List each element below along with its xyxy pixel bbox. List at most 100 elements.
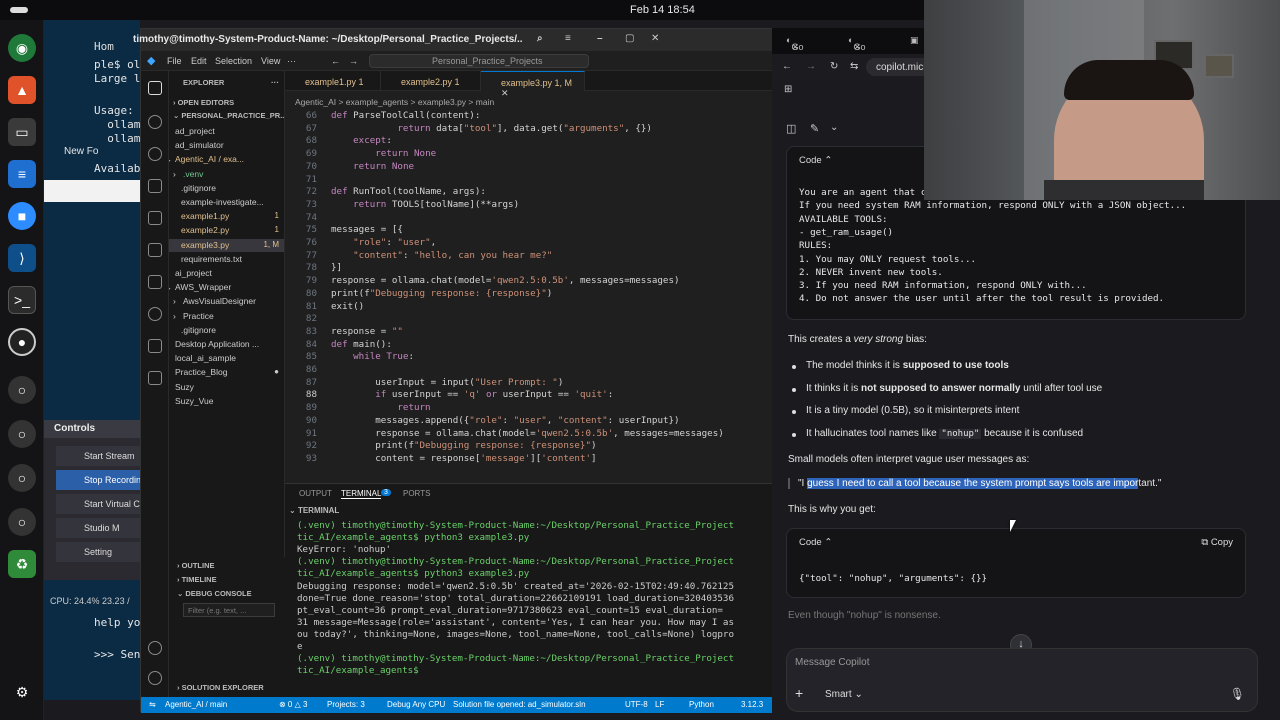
command-search-input[interactable]: Personal_Practice_Projects [369,54,589,68]
close-tab-icon[interactable]: ✕ [501,88,509,98]
disc-icon-2[interactable]: ○ [8,420,36,448]
mode-selector[interactable]: Smart ⌄ [825,689,863,700]
obs-icon[interactable]: ● [8,328,36,356]
stop-recording-button[interactable]: Stop Recordin [56,470,140,490]
chevron-down-icon[interactable]: ⌄ [830,122,838,133]
source-control-icon[interactable] [148,147,162,161]
forward-arrow-icon[interactable]: → [349,56,358,66]
menu-edit[interactable]: Edit [191,56,207,66]
settings-button[interactable]: Setting [56,542,140,562]
studio-mode-button[interactable]: Studio M [56,518,140,538]
tree-item[interactable]: Agentic_AI / exa...⌄ [169,153,284,166]
copy-button[interactable]: ⧉ Copy [1201,537,1233,548]
apps-grid-icon[interactable]: ⚙ [8,678,36,706]
tree-item[interactable]: ai_project› [169,267,284,280]
tree-item[interactable]: .venv › [169,168,284,181]
vscode-icon[interactable]: ⟩ [8,244,36,272]
tab-example2[interactable]: example2.py 1 [381,71,481,91]
back-icon[interactable]: ← [782,61,792,72]
tree-item[interactable]: Suzy› [169,381,284,394]
workspace-root[interactable]: ⌄ PERSONAL_PRACTICE_PR... [173,111,284,120]
browser-tab-1[interactable]: ◐ Go ✕ [786,35,803,52]
chevron-down-icon[interactable]: ⌄ [169,154,172,165]
menu-file[interactable]: File [167,56,182,66]
timeline-section[interactable]: › TIMELINE [177,575,217,584]
solution-status[interactable]: Solution file opened: ad_simulator.sln [453,700,586,709]
encoding-status[interactable]: UTF-8 [625,700,648,709]
tree-item[interactable]: Desktop Application ...› [169,338,284,351]
tree-item[interactable]: ad_simulator› [169,139,284,152]
zoom-icon[interactable]: ■ [8,202,36,230]
explorer-icon[interactable] [148,81,162,95]
branch-status[interactable]: Agentic_Al / main [165,700,227,709]
chevron-right-icon[interactable]: › [173,169,176,179]
code-block-header[interactable]: Code ⌃ [799,155,832,166]
terminal-icon[interactable]: >_ [8,286,36,314]
extensions-icon[interactable] [148,211,162,225]
account-icon[interactable] [148,641,162,655]
extensions-icon[interactable]: ⊞ [784,84,792,95]
site-settings-icon[interactable]: ⇆ [850,61,858,72]
tree-item[interactable]: Suzy_Vue› [169,395,284,408]
writer-icon[interactable]: ≡ [8,160,36,188]
docker-icon[interactable] [148,339,162,353]
menu-view[interactable]: View [261,56,280,66]
start-stream-button[interactable]: Start Stream [56,446,140,466]
code-editor[interactable]: 66 def ParseToolCall(content): 67 return d… [285,110,773,483]
search-icon[interactable]: ⌕ [537,33,543,44]
menu-selection[interactable]: Selection [215,56,252,66]
disc-icon[interactable]: ○ [8,376,36,404]
start-virtual-camera-button[interactable]: Start Virtual Can [56,494,140,514]
new-chat-icon[interactable]: ✎ [810,122,819,135]
debug-config-status[interactable]: Debug Any CPU [387,700,445,709]
tree-item[interactable]: example1.py 1 [169,210,284,223]
close-tab-icon[interactable]: ✕ [791,42,799,53]
brave-icon[interactable]: ▲ [8,76,36,104]
tree-item[interactable]: AwsVisualDesigner › [169,295,284,308]
remote-explorer-icon[interactable] [148,243,162,257]
message-input[interactable]: Message Copilot [795,657,869,668]
chevron-right-icon[interactable]: › [173,311,176,321]
tree-item[interactable]: .gitignore [169,182,284,195]
activities-button[interactable] [10,7,28,13]
back-arrow-icon[interactable]: ← [331,56,340,66]
terminal-header[interactable]: ⌄ TERMINAL [289,506,339,515]
microphone-icon[interactable]: 🎙 [1230,687,1245,701]
openai-icon[interactable] [148,307,162,321]
disc-icon-4[interactable]: ○ [8,508,36,536]
testing-icon[interactable] [148,275,162,289]
chrome-icon[interactable]: ◉ [8,34,36,62]
tree-item[interactable]: Practice › [169,310,284,323]
code-block-header[interactable]: Code ⌃ [799,537,832,548]
solution-explorer-section[interactable]: › SOLUTION EXPLORER [177,683,264,692]
forward-icon[interactable]: → [806,61,816,72]
disc-icon-3[interactable]: ○ [8,464,36,492]
remote-icon[interactable]: ⇋ [149,700,156,709]
chevron-down-icon[interactable]: ⌄ [169,282,172,293]
more-icon[interactable]: ··· [271,78,279,87]
tree-item[interactable]: example2.py 1 [169,224,284,237]
outline-section[interactable]: › OUTLINE [177,561,215,570]
close-icon[interactable]: ✕ [651,33,659,44]
tree-item[interactable]: .gitignore [169,324,284,337]
tree-item[interactable]: requirements.txt [169,253,284,266]
tree-item[interactable]: Practice_Blog›● [169,366,284,379]
system-clock[interactable]: Feb 14 18:54 [630,4,695,16]
settings-gear-icon[interactable] [148,671,162,685]
new-folder-label[interactable]: New Fo [64,146,98,157]
projects-status[interactable]: Projects: 3 [327,700,365,709]
tree-item[interactable]: ad_project› [169,125,284,138]
more-menu-icon[interactable]: ··· [287,56,296,66]
browser-tab-2[interactable]: ◐ Go ✕ [848,35,865,52]
sidebar-toggle-icon[interactable]: ◫ [786,122,796,135]
tree-item[interactable]: AWS_Wrapper⌄ [169,281,284,294]
add-attachment-icon[interactable]: + [795,685,803,701]
terminal-output[interactable]: (.venv) timothy@timothy-System-Product-N… [285,520,773,698]
open-editors-section[interactable]: › OPEN EDITORS [173,98,234,107]
files-icon[interactable]: ▭ [8,118,36,146]
language-status[interactable]: Python [689,700,714,709]
tab-example3[interactable]: example3.py 1, M ✕ [481,71,585,98]
debug-filter-input[interactable]: Filter (e.g. text, ... [183,603,275,617]
eol-status[interactable]: LF [655,700,664,709]
close-tab-icon[interactable]: ✕ [853,42,861,53]
